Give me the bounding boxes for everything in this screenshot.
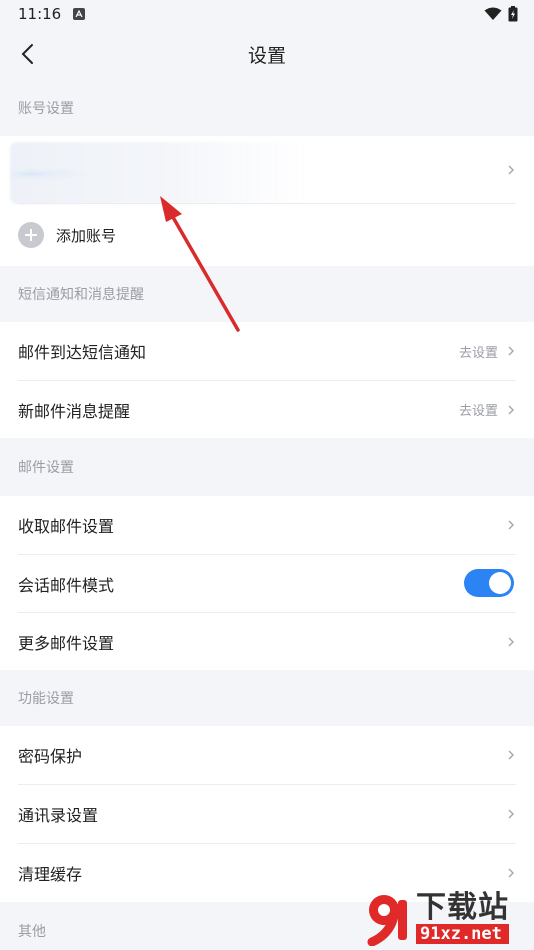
notification-a-icon bbox=[73, 8, 86, 20]
add-account-button[interactable]: 添加账号 bbox=[0, 204, 534, 266]
section-title-account: 账号设置 bbox=[18, 101, 74, 117]
chevron-right-icon bbox=[506, 344, 516, 358]
chevron-left-icon bbox=[21, 44, 33, 64]
row-label: 通讯录设置 bbox=[18, 806, 99, 825]
receive-mail-settings-row[interactable]: 收取邮件设置 bbox=[0, 496, 534, 554]
contacts-settings-row[interactable]: 通讯录设置 bbox=[0, 785, 534, 843]
chevron-right-icon bbox=[506, 866, 516, 880]
row-label: 会话邮件模式 bbox=[18, 575, 115, 595]
row-hint: 去设置 bbox=[458, 345, 498, 361]
sms-arrival-notification-row[interactable]: 邮件到达短信通知 去设置 bbox=[0, 322, 534, 380]
watermark: 下载站 91xz.net bbox=[360, 888, 530, 948]
chevron-right-icon bbox=[506, 163, 516, 177]
plus-circle-icon bbox=[18, 222, 44, 248]
watermark-site: 91xz.net bbox=[416, 924, 509, 944]
watermark-title: 下载站 bbox=[416, 890, 509, 925]
back-button[interactable] bbox=[14, 40, 42, 68]
add-account-label: 添加账号 bbox=[56, 226, 117, 245]
page-title: 设置 bbox=[247, 44, 286, 67]
section-title-sms: 短信通知和消息提醒 bbox=[18, 287, 144, 303]
row-label: 邮件到达短信通知 bbox=[18, 343, 147, 362]
new-mail-reminder-row[interactable]: 新邮件消息提醒 去设置 bbox=[0, 381, 534, 438]
conversation-mode-toggle[interactable] bbox=[464, 569, 514, 597]
status-bar: 11:16 bbox=[0, 0, 534, 28]
wifi-icon bbox=[484, 7, 502, 20]
row-label: 更多邮件设置 bbox=[18, 633, 115, 653]
chevron-right-icon bbox=[506, 518, 516, 532]
toggle-knob bbox=[489, 572, 511, 594]
more-mail-settings-row[interactable]: 更多邮件设置 bbox=[0, 613, 534, 670]
status-time: 11:16 bbox=[18, 5, 62, 23]
chevron-right-icon bbox=[506, 748, 516, 762]
chevron-right-icon bbox=[506, 635, 516, 649]
section-title-mail: 邮件设置 bbox=[18, 460, 74, 476]
conversation-mode-row: 会话邮件模式 bbox=[0, 555, 534, 612]
status-icons bbox=[484, 6, 518, 22]
app-header: 设置 bbox=[0, 28, 534, 80]
chevron-right-icon bbox=[506, 403, 516, 417]
chevron-right-icon bbox=[506, 807, 516, 821]
row-label: 新邮件消息提醒 bbox=[18, 401, 131, 421]
battery-charging-icon bbox=[508, 6, 518, 22]
watermark-logo-icon bbox=[360, 890, 412, 947]
row-label: 密码保护 bbox=[18, 747, 83, 766]
password-protection-row[interactable]: 密码保护 bbox=[0, 726, 534, 784]
section-title-features: 功能设置 bbox=[18, 691, 74, 707]
account-row[interactable] bbox=[0, 136, 534, 204]
row-hint: 去设置 bbox=[458, 404, 498, 419]
row-label: 清理缓存 bbox=[18, 865, 83, 884]
row-label: 收取邮件设置 bbox=[18, 517, 115, 536]
